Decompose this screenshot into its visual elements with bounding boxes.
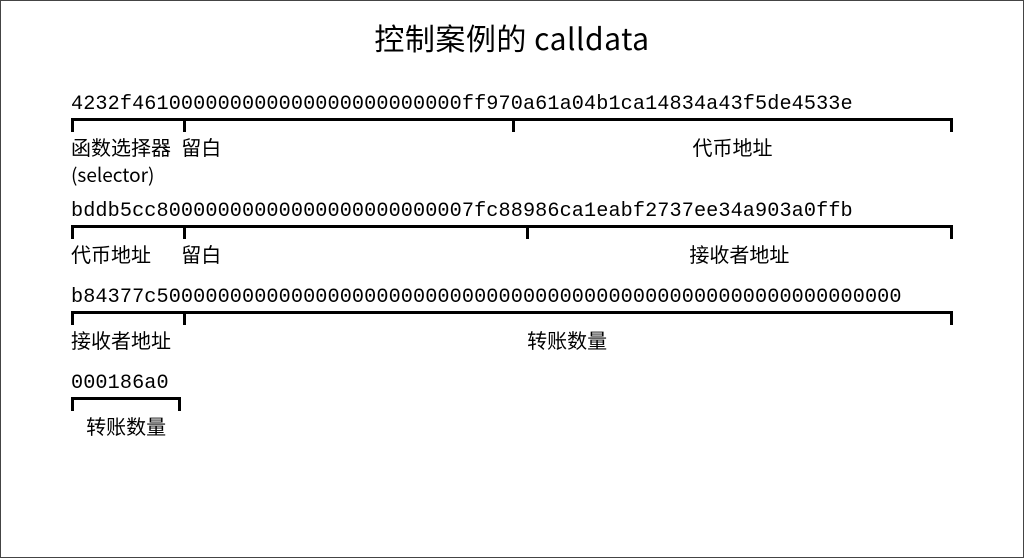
segment-labels: 代币地址 留白 接收者地址 [71,239,953,268]
segment-label: 接收者地址 [71,325,181,354]
bracket-seg [512,118,953,132]
segment-label: 转账数量 [181,325,953,354]
label-text: 接收者地址 [689,239,789,268]
segment-bracket [71,225,953,239]
label-text: 函数选择器 [71,132,171,161]
calldata-row-0: 4232f461 000000000000000000000000 ff970a… [71,93,953,188]
segment-label: 函数选择器 (selector) [71,132,181,188]
segment-label: 转账数量 [71,411,181,440]
label-text: 接收者地址 [71,325,171,354]
hex-segment: b84377c5 [71,286,169,309]
bracket-seg [183,225,526,239]
hex-segment: 0000000000000000000000007 [169,200,474,223]
hex-segment: 4232f461 [71,93,169,116]
hex-segment: fc88986ca1eabf2737ee34a903a0ffb [474,200,853,223]
label-text: 转账数量 [86,411,166,440]
label-text: 转账数量 [527,325,607,354]
hex-segment: 000186a0 [71,372,169,395]
hex-segment: ff970a61a04b1ca14834a43f5de4533e [462,93,853,116]
bracket-seg [71,397,181,411]
segment-bracket [71,118,953,132]
segment-labels: 接收者地址 转账数量 [71,325,953,354]
hex-segment: 0000000000000000000000000000000000000000… [169,286,902,309]
segment-label: 留白 [181,132,512,188]
bracket-seg [183,311,953,325]
calldata-row-1: bddb5cc8 0000000000000000000000007 fc889… [71,200,953,268]
bracket-seg [71,311,183,325]
hex-line: b84377c5 0000000000000000000000000000000… [71,286,953,309]
bracket-seg [183,118,512,132]
segment-bracket [71,311,953,325]
hex-line: 4232f461 000000000000000000000000 ff970a… [71,93,953,116]
bracket-seg [71,118,183,132]
diagram-title: 控制案例的 calldata [71,15,953,59]
hex-line: 000186a0 [71,372,181,395]
hex-segment: bddb5cc8 [71,200,169,223]
diagram-frame: 控制案例的 calldata 4232f461 0000000000000000… [0,0,1024,558]
label-subtext: (selector) [71,161,154,188]
calldata-row-3: 000186a0 转账数量 [71,372,181,440]
hex-line: bddb5cc8 0000000000000000000000007 fc889… [71,200,953,223]
calldata-row-2: b84377c5 0000000000000000000000000000000… [71,286,953,354]
bracket-seg [71,225,183,239]
segment-label: 代币地址 [71,239,181,268]
segment-label: 接收者地址 [526,239,953,268]
label-text: 留白 [181,132,221,161]
segment-label: 留白 [181,239,526,268]
segment-labels: 函数选择器 (selector) 留白 代币地址 [71,132,953,188]
segment-label: 代币地址 [512,132,953,188]
segment-labels: 转账数量 [71,411,181,440]
hex-segment: 000000000000000000000000 [169,93,462,116]
label-text: 留白 [181,239,221,268]
label-text: 代币地址 [693,132,773,161]
label-text: 代币地址 [71,239,151,268]
segment-bracket [71,397,181,411]
bracket-seg [526,225,953,239]
